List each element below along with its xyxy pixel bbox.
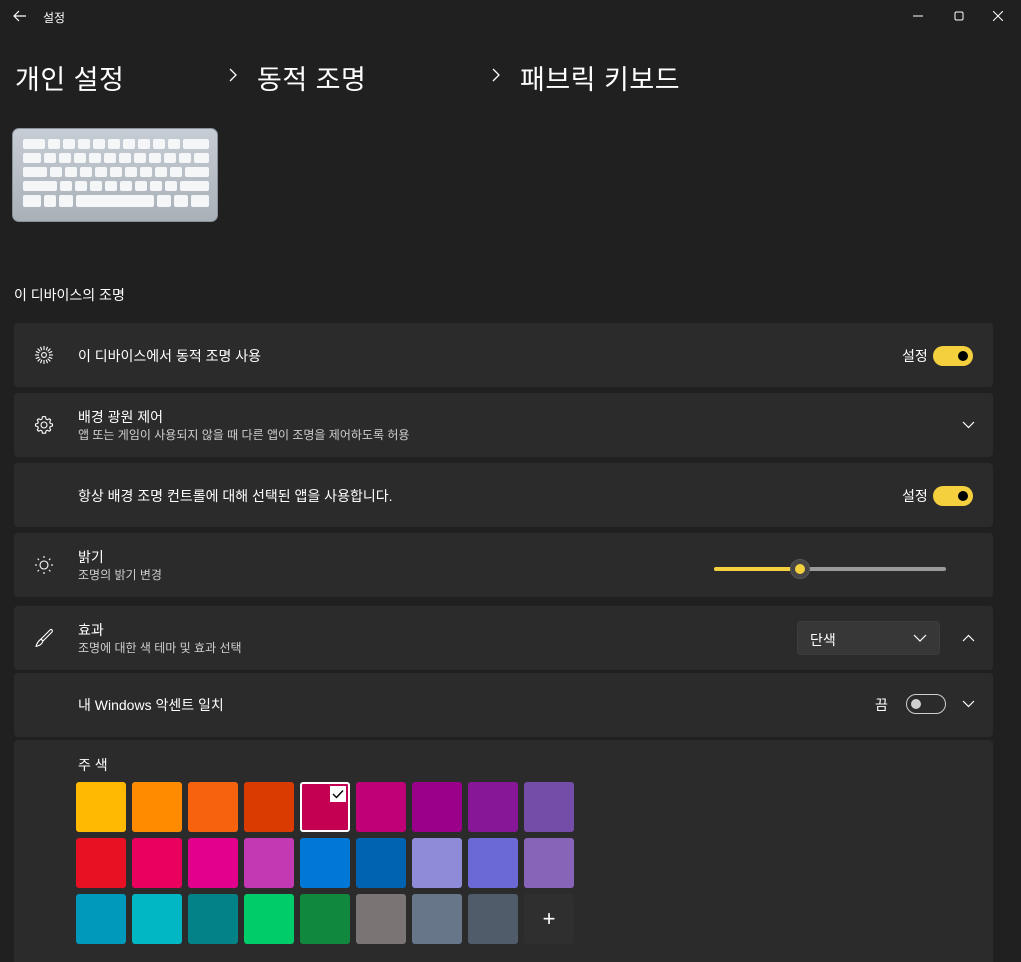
- color-swatch[interactable]: [244, 838, 294, 888]
- always-use-toggle[interactable]: [933, 486, 973, 506]
- color-swatch[interactable]: [132, 894, 182, 944]
- chevron-up-icon[interactable]: [960, 630, 976, 646]
- brightness-card: 밝기 조명의 밝기 변경: [14, 533, 993, 597]
- effects-dropdown-value: 단색: [810, 632, 836, 648]
- color-swatch[interactable]: [412, 894, 462, 944]
- back-button[interactable]: [8, 4, 32, 28]
- slider-thumb[interactable]: [789, 559, 810, 579]
- dynamic-lighting-card: 이 디바이스에서 동적 조명 사용 설정: [14, 323, 993, 387]
- primary-color-label: 주 색: [78, 757, 108, 773]
- color-swatch[interactable]: [356, 782, 406, 832]
- color-swatch[interactable]: [76, 782, 126, 832]
- always-use-app-card: 항상 배경 조명 컨트롤에 대해 선택된 앱을 사용합니다. 설정: [14, 463, 993, 527]
- brush-icon: [32, 626, 56, 650]
- maximize-button[interactable]: [939, 0, 979, 32]
- close-icon: [993, 11, 1003, 21]
- color-swatch[interactable]: [76, 894, 126, 944]
- brightness-subtitle: 조명의 밝기 변경: [78, 568, 162, 582]
- color-swatch[interactable]: [188, 894, 238, 944]
- color-swatch[interactable]: [468, 782, 518, 832]
- chevron-down-icon: [913, 634, 927, 642]
- color-swatch[interactable]: [300, 894, 350, 944]
- breadcrumb-current-device: 패브릭 키보드: [520, 65, 681, 95]
- match-accent-toggle[interactable]: [906, 694, 946, 714]
- brightness-slider[interactable]: [714, 559, 946, 579]
- maximize-icon: [954, 11, 964, 21]
- color-swatch[interactable]: [356, 894, 406, 944]
- minimize-button[interactable]: [898, 0, 938, 32]
- background-control-title: 배경 광원 제어: [78, 409, 164, 425]
- toggle-knob: [911, 699, 921, 709]
- color-swatch[interactable]: [356, 838, 406, 888]
- app-title: 설정: [43, 11, 66, 25]
- color-swatch[interactable]: [300, 782, 350, 832]
- match-accent-toggle-label: 끔: [875, 697, 888, 713]
- breadcrumb-personalization[interactable]: 개인 설정: [15, 58, 124, 97]
- color-swatch[interactable]: [244, 782, 294, 832]
- color-swatch[interactable]: [468, 894, 518, 944]
- breadcrumb-dynamic-lighting[interactable]: 동적 조명: [257, 58, 366, 97]
- sun-icon: [32, 553, 56, 577]
- sparkle-burst-icon: [32, 343, 56, 367]
- color-swatch[interactable]: [188, 838, 238, 888]
- background-control-subtitle: 앱 또는 게임이 사용되지 않을 때 다른 앱이 조명을 제어하도록 허용: [78, 428, 410, 442]
- back-arrow-icon: [13, 10, 26, 22]
- color-swatch[interactable]: [300, 838, 350, 888]
- chevron-down-icon[interactable]: [960, 696, 976, 712]
- title-bar: 설정: [0, 0, 1021, 32]
- background-control-card[interactable]: 배경 광원 제어 앱 또는 게임이 사용되지 않을 때 다른 앱이 조명을 제어…: [14, 393, 993, 457]
- effects-title: 효과: [78, 622, 104, 638]
- checkmark-icon: [330, 786, 346, 802]
- color-swatch[interactable]: [188, 782, 238, 832]
- color-swatch[interactable]: [132, 782, 182, 832]
- color-palette-card: 주 색 +: [14, 740, 993, 962]
- toggle-knob: [958, 351, 968, 361]
- dynamic-lighting-toggle[interactable]: [933, 346, 973, 366]
- color-swatch[interactable]: [412, 782, 462, 832]
- always-use-app-title: 항상 배경 조명 컨트롤에 대해 선택된 앱을 사용합니다.: [78, 488, 393, 504]
- always-use-toggle-label: 설정: [902, 488, 928, 504]
- color-swatch[interactable]: [524, 782, 574, 832]
- color-swatch[interactable]: [412, 838, 462, 888]
- close-button[interactable]: [978, 0, 1018, 32]
- chevron-right-icon: [226, 64, 240, 86]
- toggle-knob: [958, 491, 968, 501]
- effects-dropdown[interactable]: 단색: [797, 621, 940, 655]
- add-color-button[interactable]: +: [524, 894, 574, 944]
- color-swatch[interactable]: [524, 838, 574, 888]
- minimize-icon: [913, 15, 923, 17]
- color-swatch[interactable]: [468, 838, 518, 888]
- effects-subtitle: 조명에 대한 색 테마 및 효과 선택: [78, 641, 242, 655]
- gear-icon: [32, 413, 56, 437]
- slider-fill: [714, 567, 800, 571]
- match-accent-card: 내 Windows 악센트 일치 끔: [14, 673, 993, 737]
- keyboard-device-image: [12, 128, 218, 222]
- section-title: 이 디바이스의 조명: [14, 287, 125, 303]
- match-accent-title: 내 Windows 악센트 일치: [78, 697, 224, 713]
- chevron-right-icon: [489, 64, 503, 86]
- color-swatch[interactable]: [132, 838, 182, 888]
- chevron-down-icon[interactable]: [960, 417, 976, 433]
- breadcrumb: 개인 설정 동적 조명 패브릭 키보드: [15, 54, 1015, 97]
- dynamic-lighting-title: 이 디바이스에서 동적 조명 사용: [78, 348, 261, 364]
- dynamic-lighting-toggle-label: 설정: [902, 348, 928, 364]
- brightness-title: 밝기: [78, 549, 104, 565]
- color-swatch[interactable]: [76, 838, 126, 888]
- effects-card: 효과 조명에 대한 색 테마 및 효과 선택 단색: [14, 606, 993, 670]
- color-swatch[interactable]: [244, 894, 294, 944]
